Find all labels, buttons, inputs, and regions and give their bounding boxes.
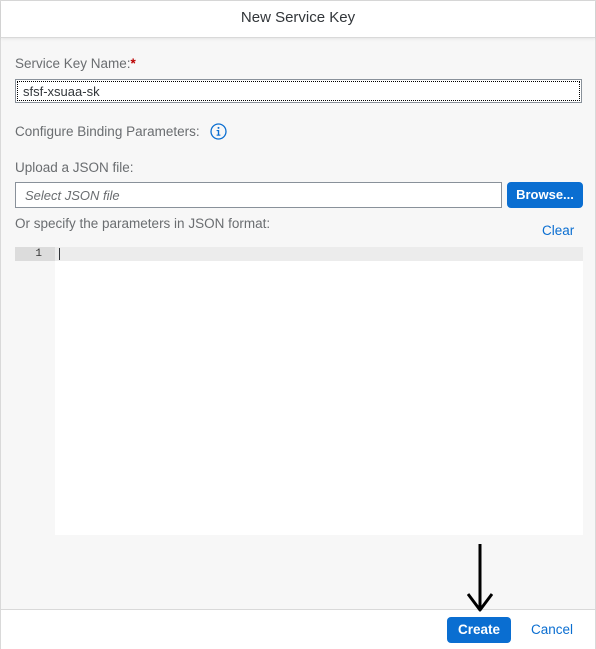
json-format-label: Or specify the parameters in JSON format… — [15, 216, 271, 231]
info-icon[interactable] — [210, 123, 227, 140]
clear-button[interactable]: Clear — [542, 223, 574, 238]
binding-parameters-label: Configure Binding Parameters: — [15, 124, 200, 139]
json-file-input[interactable] — [15, 182, 502, 208]
dialog-header: New Service Key — [1, 1, 595, 38]
required-indicator: * — [130, 56, 136, 71]
cancel-button[interactable]: Cancel — [522, 617, 582, 643]
editor-gutter: 1 — [15, 247, 55, 535]
active-line-gutter: 1 — [15, 247, 55, 261]
line-number: 1 — [35, 248, 42, 260]
upload-json-label: Upload a JSON file: — [15, 160, 134, 175]
service-key-name-input[interactable] — [15, 79, 582, 103]
json-editor[interactable]: 1 — [15, 247, 583, 535]
service-key-name-label-text: Service Key Name: — [15, 56, 131, 71]
browse-button[interactable]: Browse... — [507, 182, 583, 208]
new-service-key-dialog: New Service Key Service Key Name:* Confi… — [0, 0, 596, 649]
create-button[interactable]: Create — [447, 617, 511, 643]
down-arrow-icon — [466, 542, 494, 614]
text-cursor — [59, 248, 60, 260]
service-key-name-label: Service Key Name:* — [15, 56, 136, 71]
active-line[interactable] — [55, 247, 583, 261]
dialog-title: New Service Key — [240, 9, 356, 26]
